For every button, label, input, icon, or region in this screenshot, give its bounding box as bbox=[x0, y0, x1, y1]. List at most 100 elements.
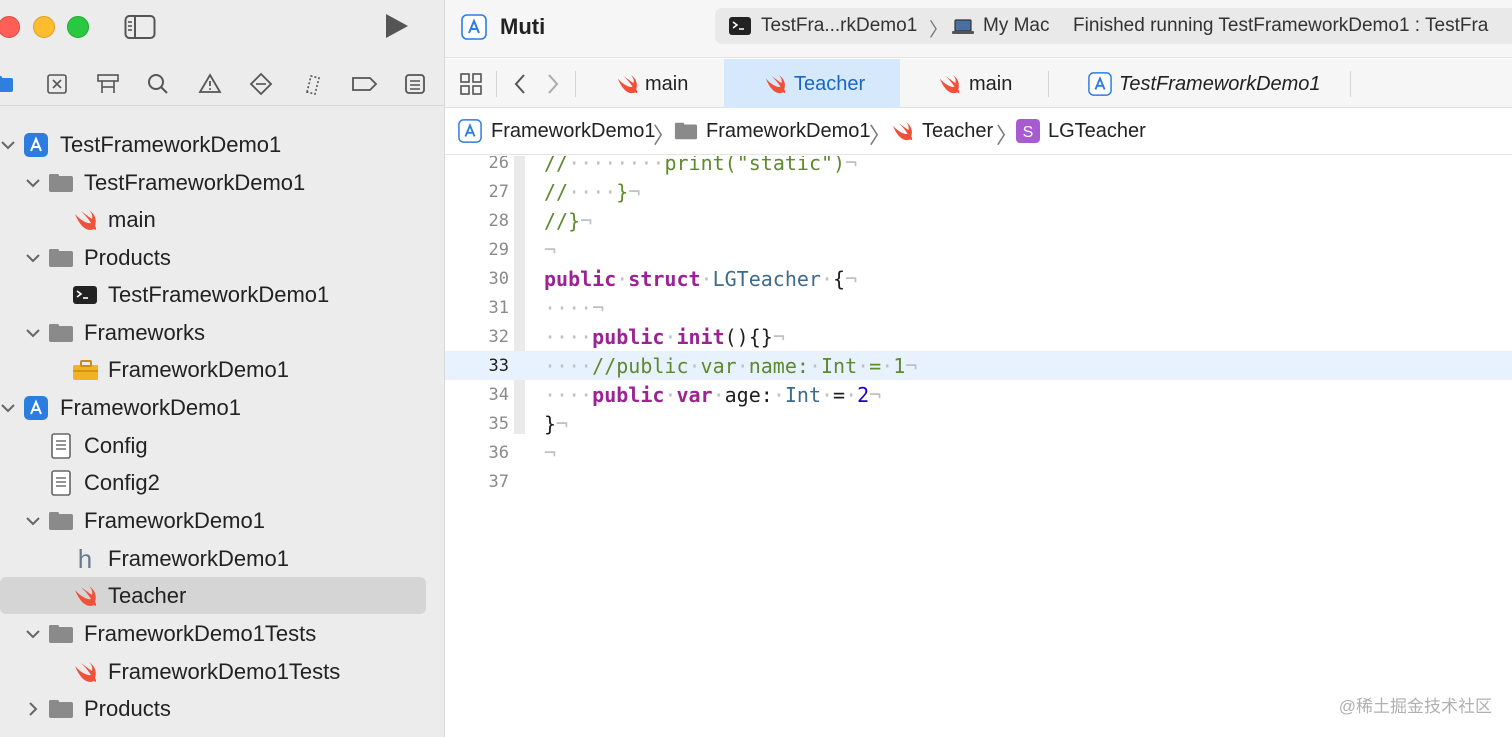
code-line[interactable]: 27 //····}¬ bbox=[445, 177, 1512, 206]
header-icon: h bbox=[77, 543, 93, 574]
activity-status: Finished running TestFrameworkDemo1 : Te… bbox=[1073, 15, 1489, 36]
line-number: 31 bbox=[488, 298, 509, 318]
editor-tab-bar: main Teacher main TestFrameworkDemo1 bbox=[445, 59, 1512, 108]
tree-item-label: FrameworkDemo1 bbox=[84, 507, 265, 533]
run-button[interactable] bbox=[380, 10, 414, 42]
tree-item-label: FrameworkDemo1 bbox=[108, 545, 289, 571]
tree-item-folder-collapsed[interactable]: Products bbox=[0, 690, 444, 727]
tree-item-swift-file[interactable]: FrameworkDemo1Tests bbox=[0, 653, 444, 690]
chevron-down-icon[interactable] bbox=[0, 400, 16, 416]
scheme-name[interactable]: TestFra...rkDemo1 bbox=[761, 15, 917, 37]
tab-teacher[interactable]: Teacher bbox=[724, 59, 900, 108]
app-project-icon bbox=[458, 119, 482, 143]
folder-icon bbox=[48, 508, 74, 534]
folder-icon bbox=[48, 696, 74, 722]
tree-item-product[interactable]: TestFrameworkDemo1 bbox=[0, 276, 444, 313]
code-text[interactable]: public·struct·LGTeacher·{¬ bbox=[544, 267, 857, 291]
tree-item-label: FrameworkDemo1 bbox=[60, 394, 241, 420]
code-line-current[interactable]: 33 ····//public·var·name:·Int·=·1¬ bbox=[445, 351, 1512, 380]
tree-item-teacher-selected[interactable]: Teacher bbox=[0, 577, 426, 614]
jumpbar-group[interactable]: FrameworkDemo1 bbox=[706, 120, 870, 143]
tree-item-folder[interactable]: FrameworkDemo1 bbox=[0, 502, 444, 539]
chevron-down-icon[interactable] bbox=[25, 175, 41, 191]
chevron-right-icon: 〉 bbox=[929, 20, 949, 41]
report-icon[interactable] bbox=[400, 70, 430, 98]
code-text[interactable]: ¬ bbox=[544, 441, 556, 465]
code-text[interactable]: ¬ bbox=[544, 238, 556, 262]
chevron-down-icon[interactable] bbox=[25, 325, 41, 341]
code-line[interactable]: 36 ¬ bbox=[445, 438, 1512, 467]
breakpoint-icon[interactable] bbox=[349, 70, 379, 98]
symbol-icon[interactable] bbox=[93, 70, 123, 98]
scheme-activity-bar[interactable]: TestFra...rkDemo1 〉 My Mac Finished runn… bbox=[715, 8, 1512, 44]
chevron-right-icon: 〉 bbox=[869, 123, 892, 148]
chevron-down-icon[interactable] bbox=[25, 513, 41, 529]
tree-item-framework[interactable]: FrameworkDemo1 bbox=[0, 351, 444, 388]
debug-icon[interactable] bbox=[298, 70, 328, 98]
tree-item-label: FrameworkDemo1 bbox=[108, 356, 289, 382]
grid-icon[interactable] bbox=[457, 70, 485, 98]
tab-main[interactable]: main bbox=[576, 59, 724, 108]
code-text[interactable]: //}¬ bbox=[544, 209, 592, 233]
jumpbar-project[interactable]: FrameworkDemo1 bbox=[491, 120, 655, 143]
folder-icon bbox=[48, 170, 74, 196]
code-line[interactable]: 32 ····public·init(){}¬ bbox=[445, 322, 1512, 351]
find-icon[interactable] bbox=[143, 70, 173, 98]
chevron-down-icon[interactable] bbox=[25, 626, 41, 642]
tab-main[interactable]: main bbox=[900, 59, 1048, 108]
tree-item-folder[interactable]: FrameworkDemo1Tests bbox=[0, 615, 444, 652]
titlebar-left bbox=[0, 0, 444, 56]
run-destination[interactable]: My Mac bbox=[983, 15, 1050, 37]
jumpbar-file[interactable]: Teacher bbox=[922, 120, 993, 143]
minimize-window-button[interactable] bbox=[33, 16, 55, 38]
sidebar-toggle-icon[interactable] bbox=[124, 13, 156, 41]
code-text[interactable]: ····public·init(){}¬ bbox=[544, 325, 785, 349]
tree-item-config[interactable]: Config2 bbox=[0, 464, 444, 501]
code-line[interactable]: 31 ····¬ bbox=[445, 293, 1512, 322]
forward-arrow-icon[interactable] bbox=[539, 70, 567, 98]
line-number: 32 bbox=[488, 327, 509, 347]
tree-item-frameworkdemo1-project[interactable]: FrameworkDemo1 bbox=[0, 389, 444, 426]
tree-item-label: FrameworkDemo1Tests bbox=[108, 658, 341, 684]
code-line[interactable]: 37 bbox=[445, 467, 1512, 496]
code-text[interactable]: ····public·var·age:·Int·=·2¬ bbox=[544, 383, 881, 407]
tree-item-testframeworkdemo1-project[interactable]: TestFrameworkDemo1 bbox=[0, 126, 444, 163]
tree-item-swift-file[interactable]: main bbox=[0, 201, 444, 238]
code-line[interactable]: 30 public·struct·LGTeacher·{¬ bbox=[445, 264, 1512, 293]
zoom-window-button[interactable] bbox=[67, 16, 89, 38]
tab-testframeworkdemo1[interactable]: TestFrameworkDemo1 bbox=[1049, 59, 1351, 108]
code-line[interactable]: 35}¬ bbox=[445, 409, 1512, 438]
code-text[interactable]: //····}¬ bbox=[544, 180, 640, 204]
code-text[interactable]: }¬ bbox=[544, 412, 568, 436]
chevron-down-icon[interactable] bbox=[25, 250, 41, 266]
swift-icon bbox=[939, 74, 960, 94]
chevron-right-icon[interactable] bbox=[25, 701, 41, 717]
issue-icon[interactable] bbox=[195, 70, 225, 98]
folder-icon[interactable] bbox=[0, 70, 18, 98]
test-icon[interactable] bbox=[246, 70, 276, 98]
folder-icon bbox=[48, 621, 74, 647]
jumpbar-symbol[interactable]: LGTeacher bbox=[1048, 120, 1146, 143]
tree-item-config[interactable]: Config bbox=[0, 427, 444, 464]
chevron-down-icon[interactable] bbox=[0, 137, 16, 153]
file-icon bbox=[48, 470, 74, 496]
back-arrow-icon[interactable] bbox=[506, 70, 534, 98]
source-control-icon[interactable] bbox=[42, 70, 72, 98]
code-line[interactable]: 29 ¬ bbox=[445, 235, 1512, 264]
code-text[interactable]: ····//public·var·name:·Int·=·1¬ bbox=[544, 354, 917, 378]
code-text[interactable]: //········print("static")¬ bbox=[544, 156, 857, 175]
tree-item-folder[interactable]: Products bbox=[0, 239, 444, 276]
code-editor[interactable]: 26//········print("static")¬ 27//····}¬ 28… bbox=[445, 156, 1512, 737]
code-line[interactable]: 34 ····public·var·age:·Int·=·2¬ bbox=[445, 380, 1512, 409]
tree-item-folder[interactable]: TestFrameworkDemo1 bbox=[0, 164, 444, 201]
app-project-icon bbox=[23, 395, 49, 421]
code-line[interactable]: 26 //········print("static")¬ bbox=[445, 156, 1512, 177]
tree-item-folder[interactable]: Frameworks bbox=[0, 314, 444, 351]
xcode-window: TestFrameworkDemo1 TestFrameworkDemo1 ma… bbox=[0, 0, 1512, 737]
swift-icon bbox=[765, 74, 786, 94]
code-line[interactable]: 28 //}¬ bbox=[445, 206, 1512, 235]
tree-item-label: Frameworks bbox=[84, 319, 206, 345]
close-window-button[interactable] bbox=[0, 16, 20, 38]
code-text[interactable]: ····¬ bbox=[544, 296, 604, 320]
tree-item-header-file[interactable]: h FrameworkDemo1 bbox=[0, 540, 444, 577]
